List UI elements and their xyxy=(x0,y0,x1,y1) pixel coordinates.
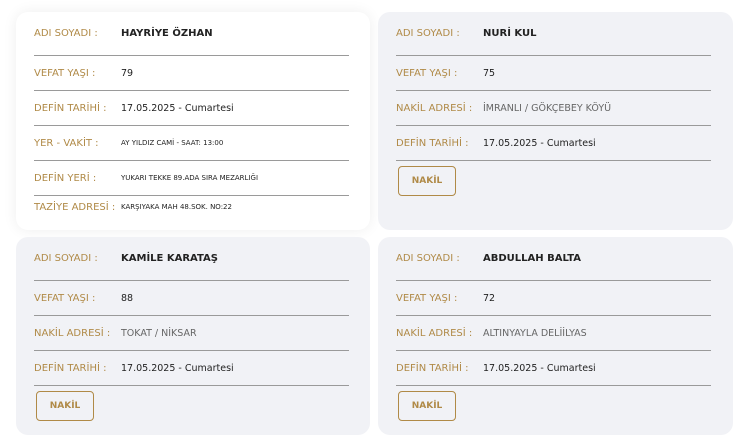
burial-place-row: DEFİN YERİ : YUKARI TEKKE 89.ADA SIRA ME… xyxy=(34,161,349,196)
age-label: VEFAT YAŞI : xyxy=(396,67,458,79)
age-row: VEFAT YAŞI : 88 xyxy=(34,281,349,316)
name-value: ABDULLAH BALTA xyxy=(483,253,581,264)
name-value: KAMİLE KARATAŞ xyxy=(121,253,218,264)
nakil-button[interactable]: NAKİL xyxy=(398,166,456,196)
burial-date-value: 17.05.2025 - Cumartesi xyxy=(121,102,234,114)
burial-date-label: DEFİN TARİHİ : xyxy=(34,102,107,114)
burial-date-row: DEFİN TARİHİ : 17.05.2025 - Cumartesi xyxy=(396,351,711,386)
burial-date-row: DEFİN TARİHİ : 17.05.2025 - Cumartesi xyxy=(34,91,349,126)
age-value: 75 xyxy=(483,67,496,79)
name-row: ADI SOYADI : HAYRİYE ÖZHAN xyxy=(34,12,349,56)
name-value: NURİ KUL xyxy=(483,28,537,39)
transfer-address-value: ALTINYAYLA DELİİLYAS xyxy=(483,327,587,339)
age-label: VEFAT YAŞI : xyxy=(396,292,458,304)
obituary-card-hayriye-ozhan: ADI SOYADI : HAYRİYE ÖZHAN VEFAT YAŞI : … xyxy=(16,12,370,230)
burial-place-label: DEFİN YERİ : xyxy=(34,172,97,184)
age-value: 88 xyxy=(121,292,134,304)
name-label: ADI SOYADI : xyxy=(396,253,460,264)
transfer-address-row: NAKİL ADRESİ : İMRANLI / GÖKÇEBEY KÖYÜ xyxy=(396,91,711,126)
name-label: ADI SOYADI : xyxy=(396,28,460,39)
place-time-value: AY YILDIZ CAMİ - SAAT: 13:00 xyxy=(121,139,224,147)
nakil-button[interactable]: NAKİL xyxy=(398,391,456,421)
name-label: ADI SOYADI : xyxy=(34,253,98,264)
name-label: ADI SOYADI : xyxy=(34,28,98,39)
age-row: VEFAT YAŞI : 79 xyxy=(34,56,349,91)
name-value: HAYRİYE ÖZHAN xyxy=(121,28,213,39)
age-label: VEFAT YAŞI : xyxy=(34,67,96,79)
burial-date-value: 17.05.2025 - Cumartesi xyxy=(483,362,596,374)
name-row: ADI SOYADI : KAMİLE KARATAŞ xyxy=(34,237,349,281)
obituary-card-nuri-kul: ADI SOYADI : NURİ KUL VEFAT YAŞI : 75 NA… xyxy=(378,12,733,230)
burial-date-label: DEFİN TARİHİ : xyxy=(396,362,469,374)
age-row: VEFAT YAŞI : 75 xyxy=(396,56,711,91)
condolence-address-value: KARŞIYAKA MAH 48.SOK. NO:22 xyxy=(121,203,232,211)
age-value: 79 xyxy=(121,67,134,79)
transfer-address-label: NAKİL ADRESİ : xyxy=(396,102,473,114)
transfer-address-value: TOKAT / NİKSAR xyxy=(121,327,197,339)
nakil-button[interactable]: NAKİL xyxy=(36,391,94,421)
burial-date-label: DEFİN TARİHİ : xyxy=(34,362,107,374)
age-row: VEFAT YAŞI : 72 xyxy=(396,281,711,316)
burial-date-label: DEFİN TARİHİ : xyxy=(396,137,469,149)
age-value: 72 xyxy=(483,292,496,304)
age-label: VEFAT YAŞI : xyxy=(34,292,96,304)
obituary-card-kamile-karatas: ADI SOYADI : KAMİLE KARATAŞ VEFAT YAŞI :… xyxy=(16,237,370,435)
place-time-label: YER - VAKİT : xyxy=(34,137,99,149)
transfer-address-label: NAKİL ADRESİ : xyxy=(34,327,111,339)
place-time-row: YER - VAKİT : AY YILDIZ CAMİ - SAAT: 13:… xyxy=(34,126,349,161)
condolence-address-label: TAZİYE ADRESİ : xyxy=(34,201,116,213)
name-row: ADI SOYADI : NURİ KUL xyxy=(396,12,711,56)
transfer-address-row: NAKİL ADRESİ : ALTINYAYLA DELİİLYAS xyxy=(396,316,711,351)
transfer-address-value: İMRANLI / GÖKÇEBEY KÖYÜ xyxy=(483,102,612,114)
burial-date-row: DEFİN TARİHİ : 17.05.2025 - Cumartesi xyxy=(396,126,711,161)
transfer-address-label: NAKİL ADRESİ : xyxy=(396,327,473,339)
obituary-card-abdullah-balta: ADI SOYADI : ABDULLAH BALTA VEFAT YAŞI :… xyxy=(378,237,733,435)
burial-date-row: DEFİN TARİHİ : 17.05.2025 - Cumartesi xyxy=(34,351,349,386)
burial-date-value: 17.05.2025 - Cumartesi xyxy=(483,137,596,149)
burial-place-value: YUKARI TEKKE 89.ADA SIRA MEZARLIĞI xyxy=(121,174,259,182)
transfer-address-row: NAKİL ADRESİ : TOKAT / NİKSAR xyxy=(34,316,349,351)
condolence-address-row: TAZİYE ADRESİ : KARŞIYAKA MAH 48.SOK. NO… xyxy=(34,196,349,218)
burial-date-value: 17.05.2025 - Cumartesi xyxy=(121,362,234,374)
name-row: ADI SOYADI : ABDULLAH BALTA xyxy=(396,237,711,281)
